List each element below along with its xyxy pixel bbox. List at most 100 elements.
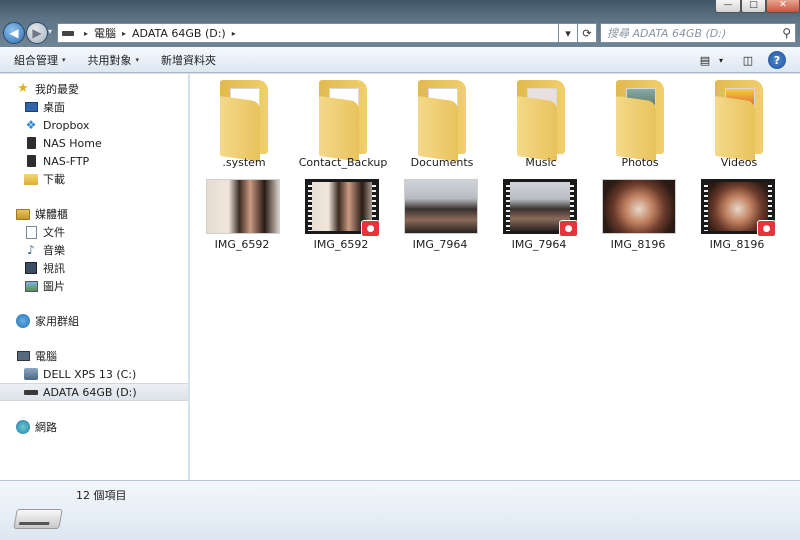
library-icon	[16, 208, 30, 220]
folder-name: Contact_Backup	[298, 156, 388, 169]
refresh-button[interactable]: ⟳	[577, 23, 597, 43]
folder-icon	[319, 80, 367, 162]
document-icon	[25, 225, 37, 239]
breadcrumb-separator-icon[interactable]: ▸	[232, 29, 236, 38]
preview-pane-button[interactable]: ◫	[738, 50, 758, 70]
sidebar-item-label: 音樂	[43, 244, 65, 257]
file-name: IMG_7964	[412, 238, 468, 251]
minimize-button[interactable]: —	[715, 0, 741, 13]
help-button[interactable]: ?	[768, 51, 786, 69]
file-name: IMG_8196	[709, 238, 765, 251]
maximize-button[interactable]: □	[741, 0, 766, 13]
chevron-down-icon: ▾	[62, 55, 66, 64]
folder-icon	[517, 80, 565, 162]
sidebar-item-label: 下載	[43, 173, 65, 186]
sidebar-item-label: 電腦	[35, 350, 57, 363]
change-view-button[interactable]: ▤	[696, 50, 714, 70]
file-name: IMG_8196	[610, 238, 666, 251]
folder-item[interactable]: Videos	[694, 76, 784, 172]
folder-icon	[418, 80, 466, 162]
hard-drive-icon	[24, 368, 38, 380]
search-placeholder: 搜尋 ADATA 64GB (D:)	[607, 27, 727, 40]
folder-name: Photos	[621, 156, 659, 169]
downloads-folder-icon	[24, 173, 38, 185]
chevron-down-icon: ▾	[718, 55, 723, 65]
usb-drive-icon	[24, 389, 38, 395]
folder-item[interactable]: Photos	[595, 76, 685, 172]
sidebar-item-drive-d[interactable]: ADATA 64GB (D:)	[0, 383, 188, 401]
sidebar-item-label: ADATA 64GB (D:)	[43, 385, 137, 399]
sidebar-item-pictures[interactable]: 圖片	[0, 277, 188, 295]
video-badge-icon: ●	[361, 220, 380, 237]
sidebar-item-label: 桌面	[43, 101, 65, 114]
view-options-dropdown[interactable]: ▾	[714, 50, 728, 70]
sidebar-item-videos[interactable]: 視訊	[0, 259, 188, 277]
photo-thumbnail	[602, 179, 676, 234]
sidebar-item-documents[interactable]: 文件	[0, 223, 188, 241]
video-badge-icon: ●	[757, 220, 776, 237]
folder-item[interactable]: Documents	[397, 76, 487, 172]
homegroup-icon	[16, 314, 30, 328]
folder-item[interactable]: Contact_Backup	[298, 76, 388, 172]
forward-arrow-icon: ▶	[32, 26, 42, 40]
new-folder-button[interactable]: 新增資料夾	[161, 52, 216, 68]
search-input[interactable]: 搜尋 ADATA 64GB (D:) ⚲	[600, 23, 796, 43]
back-button[interactable]: ◀	[3, 22, 25, 44]
sidebar-item-drive-c[interactable]: DELL XPS 13 (C:)	[0, 365, 188, 383]
sidebar-favorites[interactable]: ★ 我的最愛	[0, 80, 188, 98]
back-arrow-icon: ◀	[9, 26, 19, 40]
sidebar-homegroup[interactable]: 家用群組	[0, 312, 188, 330]
file-item[interactable]: IMG_8196	[593, 176, 683, 256]
sidebar-item-label: 網路	[35, 421, 57, 434]
search-icon[interactable]: ⚲	[782, 26, 791, 40]
breadcrumb-separator-icon[interactable]: ▸	[122, 29, 126, 38]
sidebar-libraries[interactable]: 媒體櫃	[0, 205, 188, 223]
file-name: IMG_7964	[511, 238, 567, 251]
forward-button[interactable]: ▶	[26, 22, 48, 44]
share-menu[interactable]: 共用對象 ▾	[88, 52, 140, 68]
nas-icon	[26, 137, 36, 149]
preview-pane-icon: ◫	[742, 53, 754, 67]
sidebar-item-downloads[interactable]: 下載	[0, 170, 188, 188]
organize-label: 組合管理	[14, 53, 58, 67]
file-item[interactable]: ● IMG_8196	[692, 176, 782, 256]
item-count: 12 個項目	[76, 489, 127, 502]
share-label: 共用對象	[87, 53, 132, 67]
file-list: .system Contact_Backup Documents Music P…	[190, 74, 800, 480]
star-icon: ★	[17, 81, 29, 96]
computer-icon	[16, 351, 30, 361]
folder-item[interactable]: .system	[199, 76, 289, 172]
breadcrumb-computer[interactable]: 電腦	[94, 25, 116, 41]
navigation-pane: ★ 我的最愛 桌面 ❖ Dropbox NAS Home NAS-FTP 下載 …	[0, 74, 189, 480]
close-button[interactable]: ✕	[766, 0, 800, 13]
new-folder-label: 新增資料夾	[161, 53, 217, 67]
organize-menu[interactable]: 組合管理 ▾	[14, 52, 66, 68]
title-bar: — □ ✕ ◀ ▶ ▾ ▸ 電腦 ▸ ADATA 64GB (D:) ▸ ▾ ⟳…	[0, 0, 800, 47]
sidebar-item-music[interactable]: ♪ 音樂	[0, 241, 188, 259]
sidebar-item-nas-ftp[interactable]: NAS-FTP	[0, 152, 188, 170]
file-item[interactable]: IMG_6592	[197, 176, 287, 256]
sidebar-computer[interactable]: 電腦	[0, 347, 188, 365]
recent-pages-dropdown[interactable]: ▾	[48, 27, 52, 36]
sidebar-item-label: NAS-FTP	[43, 154, 90, 168]
video-thumbnail: ●	[305, 179, 380, 237]
address-history-button[interactable]: ▾	[558, 23, 578, 43]
nas-icon	[26, 155, 36, 167]
file-item[interactable]: IMG_7964	[395, 176, 485, 256]
breadcrumb-separator-icon[interactable]: ▸	[84, 29, 88, 38]
music-note-icon: ♪	[27, 243, 35, 257]
sidebar-item-dropbox[interactable]: ❖ Dropbox	[0, 116, 188, 134]
address-bar[interactable]: ▸ 電腦 ▸ ADATA 64GB (D:) ▸	[57, 23, 569, 43]
sidebar-item-desktop[interactable]: 桌面	[0, 98, 188, 116]
sidebar-item-nas-home[interactable]: NAS Home	[0, 134, 188, 152]
folder-name: Documents	[410, 156, 474, 169]
folder-item[interactable]: Music	[496, 76, 586, 172]
sidebar-item-label: 圖片	[43, 280, 65, 293]
folder-name: Music	[525, 156, 557, 169]
desktop-icon	[24, 102, 38, 112]
sidebar-item-label: 視訊	[43, 262, 65, 275]
file-item[interactable]: ● IMG_6592	[296, 176, 386, 256]
breadcrumb-drive[interactable]: ADATA 64GB (D:)	[132, 27, 226, 40]
file-item[interactable]: ● IMG_7964	[494, 176, 584, 256]
sidebar-network[interactable]: 網路	[0, 418, 188, 436]
